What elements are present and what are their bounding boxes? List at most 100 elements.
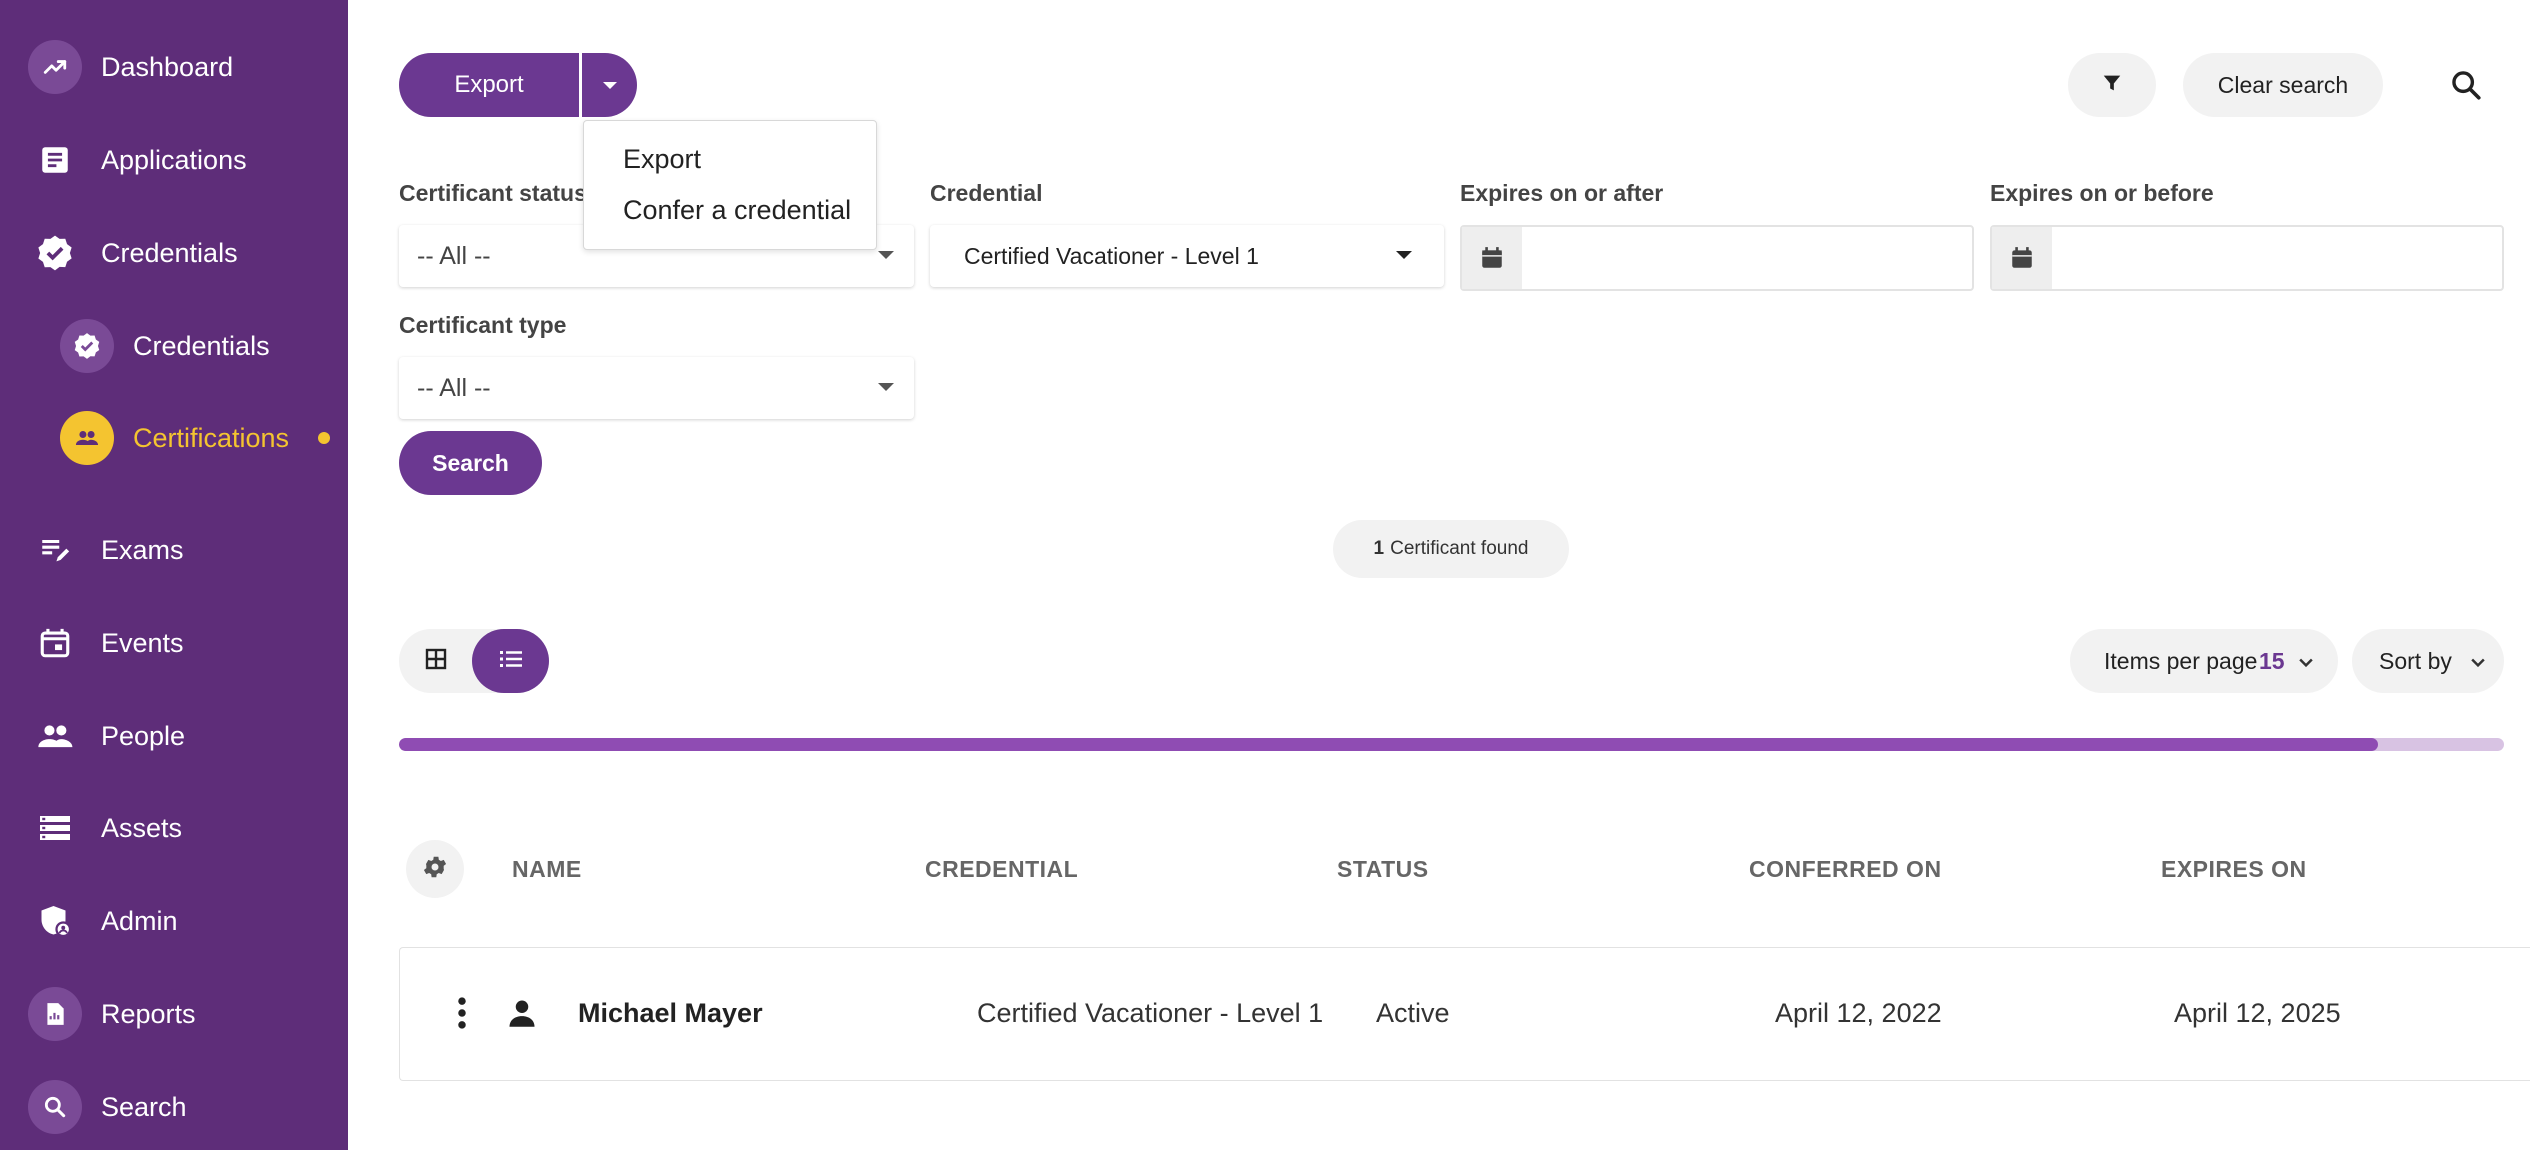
sidebar-item-credentials-sub[interactable]: Credentials xyxy=(0,306,348,386)
row-expires-on: April 12, 2025 xyxy=(2174,998,2341,1028)
sidebar-item-label: Applications xyxy=(101,144,247,175)
sidebar-item-reports[interactable]: Reports xyxy=(0,974,348,1054)
active-indicator-dot xyxy=(318,432,330,444)
people-icon xyxy=(60,411,114,465)
list-view-button[interactable] xyxy=(472,629,549,693)
export-dropdown-toggle[interactable] xyxy=(582,53,637,117)
grid-icon xyxy=(424,647,448,676)
filter-icon xyxy=(2101,72,2123,99)
row-conferred-on: April 12, 2022 xyxy=(1775,998,1942,1028)
search-icon xyxy=(28,1080,82,1134)
expires-before-label: Expires on or before xyxy=(1990,180,2214,206)
results-count: 1 xyxy=(1373,538,1385,559)
column-header-conferred-on[interactable]: CONFERRED ON xyxy=(1749,856,1942,883)
sidebar-item-label: Assets xyxy=(101,812,183,843)
sidebar-item-exams[interactable]: Exams xyxy=(0,510,348,590)
sort-by-select[interactable]: Sort by xyxy=(2352,629,2504,693)
progress-fill xyxy=(399,738,2378,751)
verified-badge-icon xyxy=(60,319,114,373)
sort-by-label: Sort by xyxy=(2379,647,2452,674)
caret-down-icon xyxy=(878,251,894,259)
people-icon xyxy=(28,709,82,763)
credential-select[interactable]: Certified Vacationer - Level 1 xyxy=(930,225,1444,287)
certificant-type-value: -- All -- xyxy=(417,373,491,402)
results-count-text: Certificant found xyxy=(1390,538,1529,559)
sidebar-item-applications[interactable]: Applications xyxy=(0,120,348,200)
sidebar-item-label: Certifications xyxy=(133,422,290,453)
sidebar-item-people[interactable]: People xyxy=(0,696,348,776)
items-per-page-label: Items per page xyxy=(2104,647,2258,674)
calendar-icon xyxy=(1992,227,2052,289)
sidebar-item-label: Events xyxy=(101,627,184,658)
calendar-icon xyxy=(1462,227,1522,289)
certificant-status-value: -- All -- xyxy=(417,241,491,270)
expires-after-input[interactable] xyxy=(1524,227,1970,289)
person-icon xyxy=(507,998,537,1033)
credential-value: Certified Vacationer - Level 1 xyxy=(964,242,1259,269)
caret-down-icon xyxy=(878,383,894,391)
admin-shield-icon xyxy=(28,894,82,948)
row-name[interactable]: Michael Mayer xyxy=(578,998,763,1029)
sidebar-item-label: Search xyxy=(101,1091,187,1122)
sidebar-item-events[interactable]: Events xyxy=(0,603,348,683)
chevron-down-icon xyxy=(2296,651,2316,678)
grid-view-button[interactable] xyxy=(399,629,472,693)
verified-badge-icon xyxy=(28,226,82,280)
edit-list-icon xyxy=(28,523,82,577)
expires-before-input[interactable] xyxy=(2054,227,2500,289)
sidebar-item-label: Credentials xyxy=(133,330,270,361)
menu-item-confer-credential[interactable]: Confer a credential xyxy=(623,195,851,226)
sidebar-item-label: Reports xyxy=(101,998,196,1029)
sidebar-item-certifications[interactable]: Certifications xyxy=(0,398,348,478)
calendar-icon xyxy=(28,616,82,670)
export-split-button: Export xyxy=(399,53,637,117)
loading-progress-bar xyxy=(399,738,2504,751)
sidebar-item-label: Credentials xyxy=(101,237,238,268)
items-per-page-select[interactable]: Items per page 15 xyxy=(2070,629,2338,693)
table-settings-button[interactable] xyxy=(406,840,464,898)
sidebar-item-label: Exams xyxy=(101,534,184,565)
export-dropdown-menu: Export Confer a credential xyxy=(583,120,877,250)
sidebar-item-credentials[interactable]: Credentials xyxy=(0,213,348,293)
sidebar-item-dashboard[interactable]: Dashboard xyxy=(0,27,348,107)
items-per-page-value: 15 xyxy=(2259,647,2285,674)
results-count-badge: 1 Certificant found xyxy=(1333,520,1569,578)
list-icon xyxy=(498,647,524,676)
trending-up-icon xyxy=(28,40,82,94)
expires-after-field[interactable] xyxy=(1460,225,1974,291)
column-header-expires-on[interactable]: EXPIRES ON xyxy=(2161,856,2307,883)
sidebar-item-admin[interactable]: Admin xyxy=(0,881,348,961)
column-header-credential[interactable]: CREDENTIAL xyxy=(925,856,1078,883)
report-icon xyxy=(28,987,82,1041)
clear-search-button[interactable]: Clear search xyxy=(2183,53,2383,117)
caret-down-icon xyxy=(602,81,617,89)
row-actions-menu-icon[interactable] xyxy=(455,996,469,1035)
search-button[interactable]: Search xyxy=(399,431,542,495)
column-header-status[interactable]: STATUS xyxy=(1337,856,1429,883)
gear-icon xyxy=(421,853,449,886)
column-header-name[interactable]: NAME xyxy=(512,856,582,883)
export-button[interactable]: Export xyxy=(399,53,579,117)
expires-after-label: Expires on or after xyxy=(1460,180,1664,206)
certificant-type-label: Certificant type xyxy=(399,312,567,338)
menu-item-export[interactable]: Export xyxy=(623,144,701,175)
table-row[interactable]: Michael Mayer Certified Vacationer - Lev… xyxy=(399,947,2530,1081)
sidebar: Dashboard Applications Credentials Crede… xyxy=(0,0,348,1150)
credential-label: Credential xyxy=(930,180,1043,206)
sidebar-item-search[interactable]: Search xyxy=(0,1067,348,1147)
certificant-type-select[interactable]: -- All -- xyxy=(399,357,914,419)
sidebar-item-assets[interactable]: Assets xyxy=(0,788,348,868)
storage-icon xyxy=(28,801,82,855)
row-status: Active xyxy=(1376,998,1450,1028)
sidebar-item-label: Admin xyxy=(101,905,178,936)
chevron-down-icon xyxy=(2468,651,2488,678)
filter-button[interactable] xyxy=(2068,53,2156,117)
row-credential: Certified Vacationer - Level 1 xyxy=(977,998,1324,1028)
sidebar-item-label: People xyxy=(101,720,186,751)
document-icon xyxy=(28,133,82,187)
view-toggle xyxy=(399,629,549,693)
search-icon[interactable] xyxy=(2446,65,2486,105)
expires-before-field[interactable] xyxy=(1990,225,2504,291)
caret-down-icon xyxy=(1396,251,1412,259)
sidebar-item-label: Dashboard xyxy=(101,51,234,82)
